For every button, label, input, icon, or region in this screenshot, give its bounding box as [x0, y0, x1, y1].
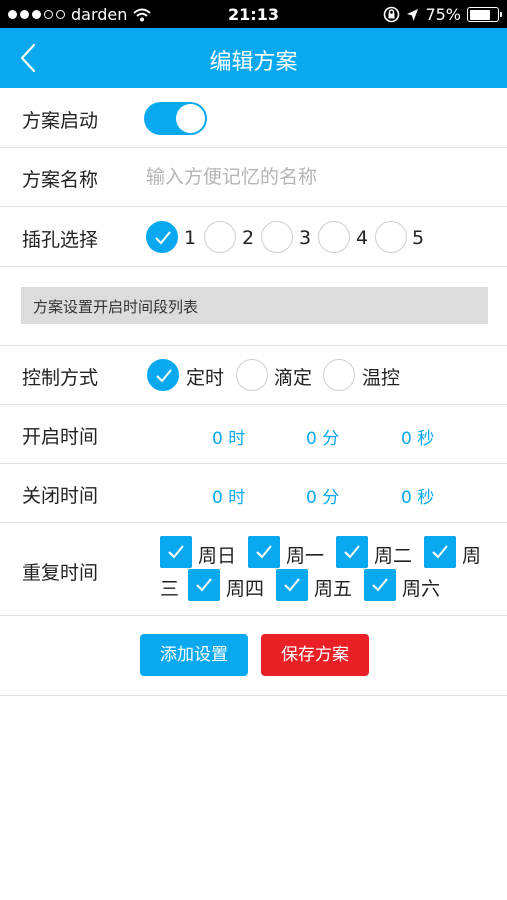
- socket-label: 插孔选择: [22, 229, 99, 251]
- close-time-row: 关闭时间 0 时 0 分 0 秒: [0, 464, 507, 523]
- checkbox-thursday[interactable]: [188, 569, 220, 601]
- checkbox-tuesday[interactable]: [336, 536, 368, 568]
- check-icon: [196, 578, 212, 592]
- add-setting-button[interactable]: 添加设置: [140, 634, 248, 676]
- socket-option-4: 4: [356, 227, 369, 249]
- nav-bar: 编辑方案: [0, 28, 507, 88]
- control-option-temp: 温控: [362, 367, 401, 389]
- status-right: 75%: [383, 5, 502, 24]
- name-label: 方案名称: [22, 169, 99, 191]
- control-option-timer: 定时: [186, 367, 225, 389]
- open-minute[interactable]: 0 分: [306, 424, 339, 449]
- rotation-lock-icon: [384, 6, 400, 23]
- day-friday: 周五: [314, 578, 353, 600]
- check-icon: [156, 369, 172, 383]
- control-option-drip: 滴定: [274, 367, 313, 389]
- day-tuesday: 周二: [374, 545, 413, 567]
- socket-radio-1[interactable]: [146, 221, 178, 253]
- check-icon: [168, 545, 184, 559]
- check-icon: [344, 545, 360, 559]
- battery-percent: 75%: [425, 5, 461, 24]
- checkbox-sunday[interactable]: [160, 536, 192, 568]
- socket-option-2: 2: [242, 227, 255, 249]
- close-minute[interactable]: 0 分: [306, 483, 339, 508]
- check-icon: [155, 231, 171, 245]
- name-row: 方案名称: [0, 148, 507, 207]
- open-second[interactable]: 0 秒: [401, 424, 434, 449]
- checkbox-friday[interactable]: [276, 569, 308, 601]
- day-sunday: 周日: [198, 545, 237, 567]
- close-hour[interactable]: 0 时: [212, 483, 245, 508]
- open-time-row: 开启时间 0 时 0 分 0 秒: [0, 405, 507, 464]
- repeat-label: 重复时间: [22, 562, 99, 584]
- open-hour[interactable]: 0 时: [212, 424, 245, 449]
- button-row: 添加设置 保存方案: [0, 616, 507, 696]
- socket-radio-3[interactable]: [261, 221, 293, 253]
- name-input[interactable]: [146, 161, 486, 193]
- socket-radio-4[interactable]: [318, 221, 350, 253]
- close-time-label: 关闭时间: [22, 485, 99, 507]
- section-row: 方案设置开启时间段列表: [0, 267, 507, 346]
- day-wednesday-part1: 周: [462, 545, 482, 567]
- toggle-knob: [176, 104, 205, 133]
- socket-option-5: 5: [412, 227, 425, 249]
- control-row: 控制方式 定时 滴定 温控: [0, 346, 507, 405]
- day-thursday: 周四: [226, 578, 265, 600]
- control-radio-timer[interactable]: [147, 359, 179, 391]
- enable-row: 方案启动: [0, 88, 507, 148]
- socket-row: 插孔选择 1 2 3 4 5: [0, 207, 507, 267]
- battery-icon: [467, 7, 502, 22]
- day-saturday: 周六: [402, 578, 441, 600]
- check-icon: [372, 578, 388, 592]
- enable-label: 方案启动: [22, 110, 99, 132]
- open-time-label: 开启时间: [22, 426, 99, 448]
- section-title: 方案设置开启时间段列表: [33, 298, 199, 316]
- socket-option-3: 3: [299, 227, 312, 249]
- save-plan-button[interactable]: 保存方案: [261, 634, 369, 676]
- socket-option-1: 1: [184, 227, 197, 249]
- control-radio-temp[interactable]: [323, 359, 355, 391]
- section-header: 方案设置开启时间段列表: [21, 287, 488, 324]
- control-label: 控制方式: [22, 367, 99, 389]
- socket-radio-2[interactable]: [204, 221, 236, 253]
- close-second[interactable]: 0 秒: [401, 483, 434, 508]
- control-radio-drip[interactable]: [236, 359, 268, 391]
- check-icon: [284, 578, 300, 592]
- checkbox-monday[interactable]: [248, 536, 280, 568]
- repeat-row: 重复时间 周日 周一 周二 周 三 周四 周五 周六: [0, 523, 507, 616]
- page-title: 编辑方案: [209, 50, 298, 75]
- enable-toggle[interactable]: [144, 102, 207, 135]
- socket-radio-5[interactable]: [375, 221, 407, 253]
- day-monday: 周一: [286, 545, 325, 567]
- checkbox-wednesday[interactable]: [424, 536, 456, 568]
- checkbox-saturday[interactable]: [364, 569, 396, 601]
- check-icon: [432, 545, 448, 559]
- check-icon: [256, 545, 272, 559]
- day-wednesday-part2: 三: [160, 578, 180, 600]
- location-icon: [407, 8, 419, 21]
- status-bar: darden 21:13 75%: [0, 0, 507, 28]
